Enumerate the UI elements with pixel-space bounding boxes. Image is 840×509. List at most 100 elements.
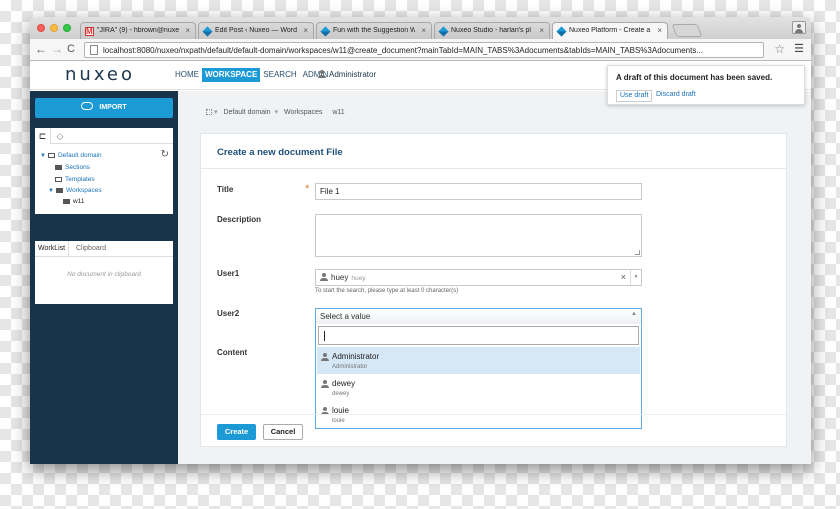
user2-placeholder: Select a value [320,312,371,321]
browser-tab[interactable]: Nuxeo Studio - harlan's pl × [434,22,550,39]
back-arrow-icon[interactable]: ← [35,42,47,56]
draft-message: A draft of this document has been saved. [616,73,773,82]
tab-close-icon[interactable]: × [185,26,190,35]
nav-workspace[interactable]: WORKSPACE [202,68,261,82]
tab-title: "JIRA" (9) - hbrown@nuxe [97,27,179,34]
breadcrumb-item[interactable]: w11 [332,109,344,116]
user-name: Administrator [329,70,377,79]
breadcrumb-item[interactable]: Workspaces [284,109,322,116]
use-draft-button[interactable]: Use draft [616,90,653,102]
option-id: louie [332,418,345,424]
main-content: ▾ Default domain ▾ Workspaces w11 Create … [178,91,811,464]
tab-worklist[interactable]: WorkList [35,241,70,257]
tab-title: Nuxeo Platform - Create a [569,27,651,34]
tab-close-icon[interactable]: × [657,26,662,35]
url-text: localhost:8080/nuxeo/nxpath/default/defa… [103,46,704,55]
tree-item-workspaces[interactable]: ▼ Workspaces [48,187,102,194]
worklist-tabs: WorkList Clipboard [35,241,173,257]
required-asterisk: * [305,183,310,195]
browser-tab[interactable]: Edit Post ‹ Nuxeo — Word × [198,22,314,39]
tree-tabs: ⊏ ◇ [35,128,173,144]
chevron-down-icon[interactable]: ▼ [630,270,641,285]
tab-clipboard[interactable]: Clipboard [73,241,109,257]
menu-icon[interactable]: ☰ [794,43,804,55]
browser-tab[interactable]: "JIRA" (9) - hbrown@nuxe × [80,22,196,39]
draft-notification: A draft of this document has been saved.… [607,65,805,105]
user2-select[interactable]: Select a value ▲ [315,308,642,325]
content-label: Content [217,348,248,357]
tree-item-templates[interactable]: Templates [55,176,95,183]
top-navigation: HOME WORKSPACE SEARCH ADMIN [172,68,331,82]
tree-item-w11[interactable]: w11 [63,198,84,205]
forward-arrow-icon[interactable]: → [51,42,63,56]
tab-close-icon[interactable]: × [421,26,426,35]
browser-tab[interactable]: Fun with the Suggestion W × [316,22,432,39]
grid-icon[interactable] [206,109,212,115]
breadcrumb-item[interactable]: Default domain [223,109,270,116]
user-icon [320,273,328,281]
text-cursor [324,331,325,341]
clear-selection-icon[interactable]: × [621,272,626,282]
import-label: IMPORT [99,104,127,111]
tag-icon[interactable]: ◇ [52,128,68,144]
url-bar[interactable]: localhost:8080/nuxeo/nxpath/default/defa… [84,42,764,58]
refresh-icon[interactable]: ↻ [161,149,169,160]
sidebar: IMPORT ⊏ ◇ ↻ ▼ Default domain Sections Te… [30,91,178,464]
cancel-button[interactable]: Cancel [263,424,303,440]
import-button[interactable]: IMPORT [35,98,173,118]
discard-draft-link[interactable]: Discard draft [656,91,696,98]
form-title: Create a new document File [217,147,343,158]
user1-hint: To start the search, please type at leas… [315,288,459,294]
dropdown-search-input[interactable] [318,326,639,345]
option-id: Administrator [332,364,368,370]
domain-icon [47,153,55,158]
resize-grip-icon[interactable] [635,250,640,255]
user1-label: User1 [217,269,240,278]
nuxeo-icon [556,26,567,37]
tab-title: Edit Post ‹ Nuxeo — Word [215,27,297,34]
nav-search[interactable]: SEARCH [260,68,299,82]
user1-select[interactable]: huey huey × ▼ [315,269,642,286]
clipboard-empty-message: No document in clipboard [67,271,141,278]
description-label: Description [217,215,262,224]
option-name: dewey [332,379,356,388]
dropdown-option[interactable]: dewey dewey [317,374,640,401]
dropdown-arrow-icon[interactable]: ▾ [214,109,218,116]
chevron-up-icon[interactable]: ▲ [631,311,637,317]
close-window-button[interactable] [37,24,45,32]
nuxeo-logo[interactable]: nuxeo [65,64,135,85]
folder-icon [55,165,62,170]
new-tab-button[interactable] [671,24,703,37]
browser-tab-active[interactable]: Nuxeo Platform - Create a × [552,22,668,39]
tree-item-label: Workspaces [65,187,102,194]
profile-icon[interactable] [792,21,806,34]
dropdown-arrow-icon[interactable]: ▾ [275,109,279,116]
option-id: dewey [332,391,350,397]
description-field[interactable] [315,214,642,257]
nuxeo-icon [438,26,449,37]
tab-close-icon[interactable]: × [539,26,544,35]
tree-item-default-domain[interactable]: ▼ Default domain [40,152,102,159]
page-icon [90,45,98,55]
maximize-window-button[interactable] [63,24,71,32]
dropdown-option[interactable]: Administrator Administrator [317,347,640,374]
tab-close-icon[interactable]: × [303,26,308,35]
bookmark-star-icon[interactable]: ☆ [774,42,785,56]
tree-navigation-icon[interactable]: ⊏ [35,128,51,144]
tree-item-sections[interactable]: Sections [55,164,90,171]
minimize-window-button[interactable] [50,24,58,32]
user-icon [321,353,329,361]
title-field[interactable]: File 1 [315,183,642,200]
user-menu[interactable]: Administrator [318,70,376,79]
expand-triangle-icon: ▼ [48,188,54,194]
create-button[interactable]: Create [217,424,256,440]
gmail-icon [85,27,94,36]
nav-home[interactable]: HOME [172,68,202,82]
tab-title: Fun with the Suggestion W [333,27,415,34]
reload-icon[interactable]: C [67,42,75,56]
user-icon [318,70,326,78]
footer-divider [201,414,786,415]
nuxeo-icon [320,26,331,37]
user-icon [321,380,329,388]
user1-selected-name: huey [331,273,349,282]
